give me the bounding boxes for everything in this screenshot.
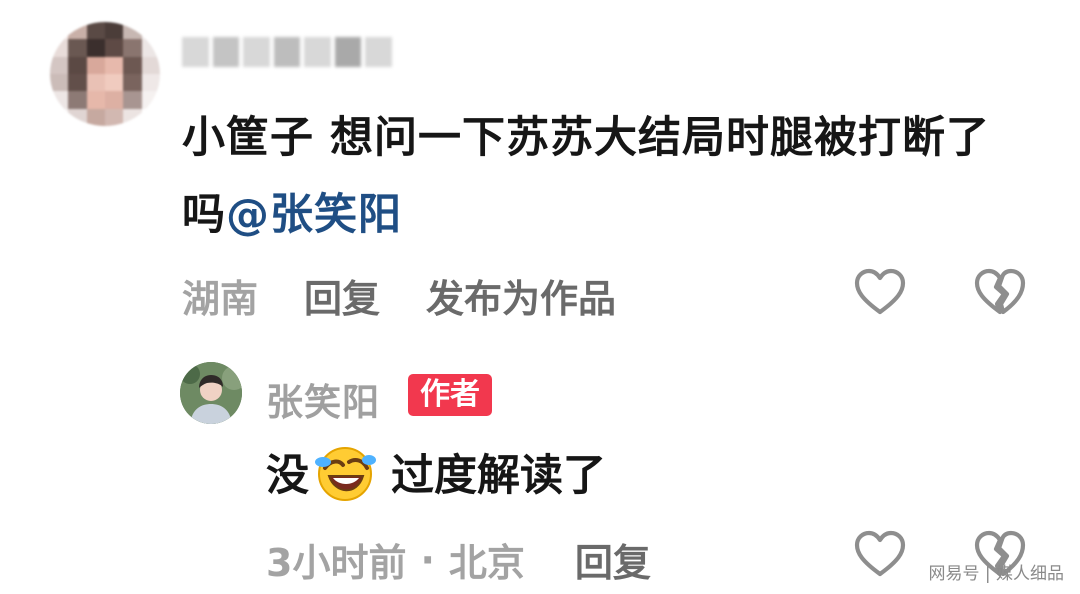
reply-meta: 3小时前 · 北京 回复: [266, 532, 651, 587]
publish-as-work-button[interactable]: 发布为作品: [426, 268, 616, 323]
commenter-avatar[interactable]: [50, 22, 160, 126]
reply-text-after: 过度解读了: [391, 451, 606, 501]
broken-heart-icon[interactable]: [974, 268, 1026, 316]
reply-text-before: 没: [266, 451, 309, 501]
author-avatar[interactable]: [180, 362, 242, 424]
reply-reply-button[interactable]: 回复: [575, 532, 651, 587]
comment-meta: 湖南 回复 发布为作品: [182, 268, 616, 323]
commenter-name-blurred[interactable]: [182, 32, 393, 72]
reply-time: 3小时前: [266, 541, 407, 585]
rolling-laughing-emoji: [315, 447, 376, 501]
heart-outline-icon[interactable]: [854, 530, 906, 578]
reply-body: 没 过度解读了: [266, 440, 606, 504]
comment-location: 湖南: [182, 277, 259, 321]
reply-button[interactable]: 回复: [304, 268, 380, 323]
mention-link[interactable]: @张笑阳: [226, 190, 402, 240]
comment-body: 小筐子 想问一下苏苏大结局时腿被打断了吗@张笑阳: [182, 100, 1022, 254]
meta-separator: ·: [420, 537, 435, 582]
author-badge: 作者: [408, 374, 492, 416]
reply-location: 北京: [448, 541, 525, 585]
author-name[interactable]: 张笑阳: [266, 372, 380, 426]
heart-outline-icon[interactable]: [854, 268, 906, 316]
watermark: 网易号 | 媒人细品: [928, 564, 1064, 584]
comment-thread: 小筐子 想问一下苏苏大结局时腿被打断了吗@张笑阳 湖南 回复 发布为作品 张笑阳…: [0, 0, 1080, 594]
